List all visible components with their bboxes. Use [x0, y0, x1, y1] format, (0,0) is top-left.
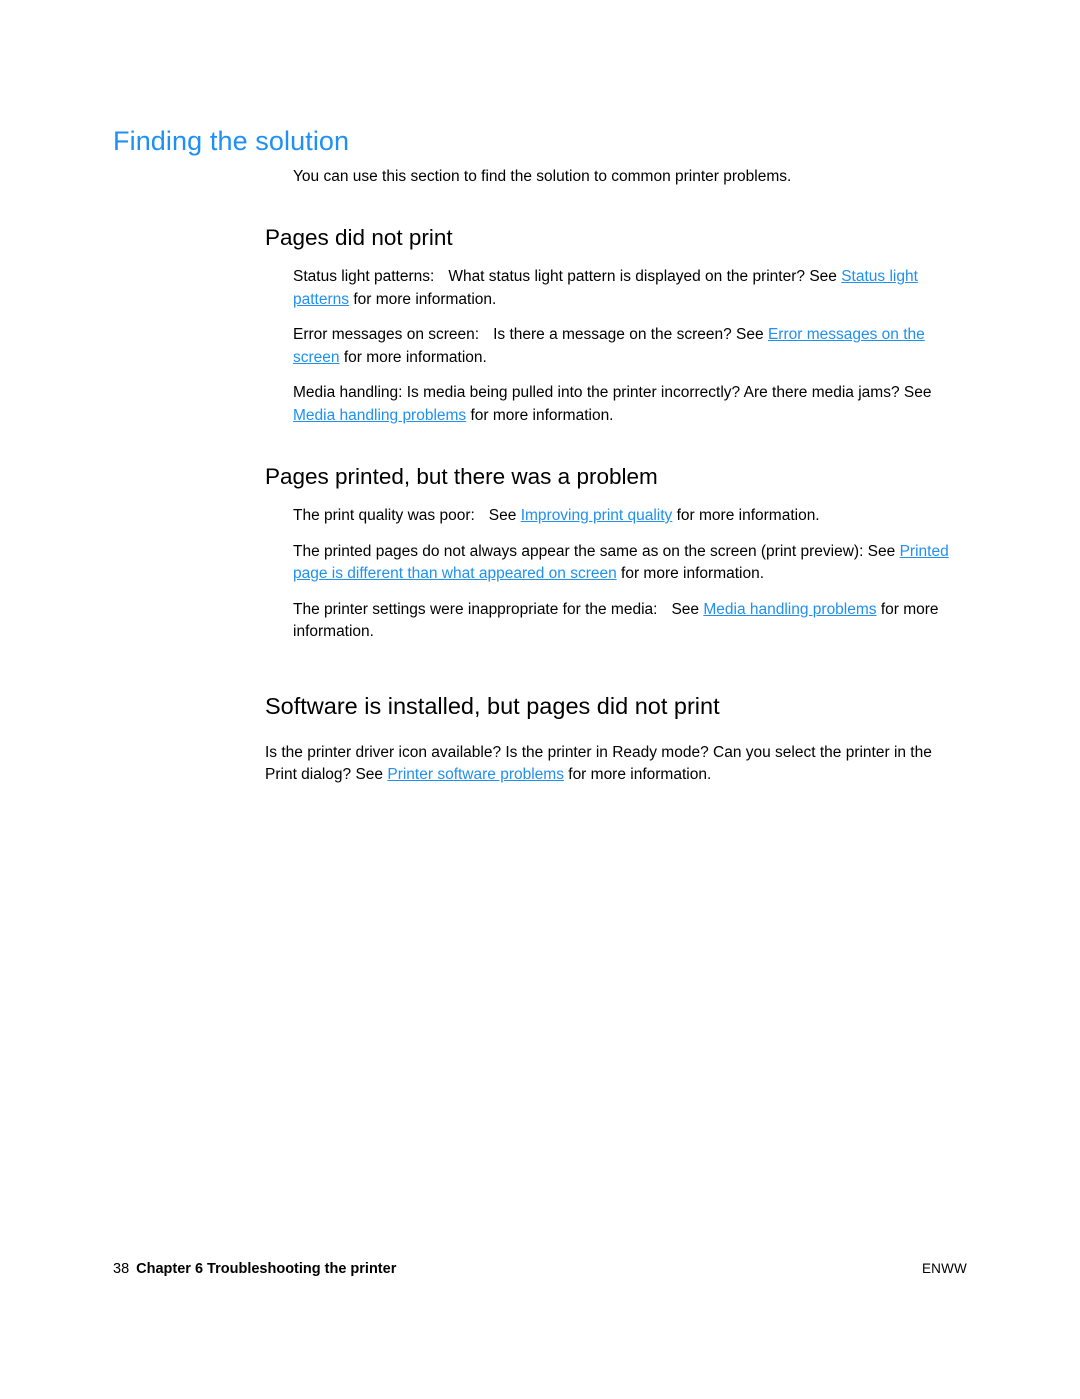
sections-container: Pages did not print Status light patterns… — [265, 224, 965, 787]
body-paragraph: Error messages on screen: Is there a mess… — [293, 324, 965, 369]
paragraph-text: Is there a message on the screen? See — [493, 326, 768, 343]
paragraph-text: for more information. — [563, 766, 712, 783]
paragraph-text: The printer settings were inappropriate … — [293, 600, 658, 618]
paragraph-text: for more information. — [672, 507, 820, 524]
page-footer: 38 Chapter 6 Troubleshooting the printer … — [113, 1258, 967, 1280]
paragraph-text: See — [671, 600, 704, 618]
body-paragraph: The printer settings were inappropriate … — [293, 599, 965, 644]
paragraph-text: for more information. — [466, 406, 614, 424]
paragraph-text: What status light pattern is displayed o… — [448, 268, 842, 285]
body-paragraph: The printed pages do not always appear t… — [293, 541, 965, 586]
page-title: Finding the solution — [113, 126, 350, 157]
paragraph-text: for more information. — [349, 290, 497, 308]
section-heading: Pages did not print — [265, 225, 453, 250]
body-paragraph: Status light patterns: What status light … — [293, 266, 965, 311]
paragraph-text: See — [488, 507, 521, 524]
body-paragraph: Is the printer driver icon available? Is… — [265, 742, 965, 787]
section-heading: Software is installed, but pages did not… — [265, 692, 720, 719]
section-heading: Pages printed, but there was a problem — [265, 464, 658, 489]
footer-chapter-label: Chapter 6 Troubleshooting the printer — [136, 1261, 397, 1277]
paragraph-text: for more information. — [339, 348, 487, 366]
manual-page: Finding the solution You can use this se… — [0, 0, 1080, 1399]
paragraph-text: Media handling: Is media being pulled in… — [293, 384, 932, 401]
footer-left-group: 38 Chapter 6 Troubleshooting the printer — [113, 1258, 396, 1280]
footer-locale-code: ENWW — [921, 1261, 967, 1276]
cross-reference-link[interactable]: Printer software problems — [387, 766, 564, 783]
intro-paragraph: You can use this section to find the sol… — [293, 168, 792, 185]
page-content: You can use this section to find the sol… — [265, 166, 965, 787]
body-paragraph: The print quality was poor: See Improving… — [293, 505, 965, 528]
paragraph-text: The print quality was poor: — [293, 507, 475, 524]
paragraph-text: Error messages on screen: — [293, 326, 480, 343]
body-paragraph: Media handling: Is media being pulled in… — [293, 382, 965, 427]
paragraph-text: for more information. — [616, 565, 765, 582]
footer-page-number: 38 — [113, 1261, 130, 1277]
paragraph-text: Status light patterns: — [293, 268, 435, 285]
cross-reference-link[interactable]: Improving print quality — [521, 507, 673, 524]
cross-reference-link[interactable]: Media handling problems — [293, 407, 466, 424]
paragraph-text: The printed pages do not always appear t… — [293, 542, 900, 560]
cross-reference-link[interactable]: Media handling problems — [703, 601, 876, 618]
